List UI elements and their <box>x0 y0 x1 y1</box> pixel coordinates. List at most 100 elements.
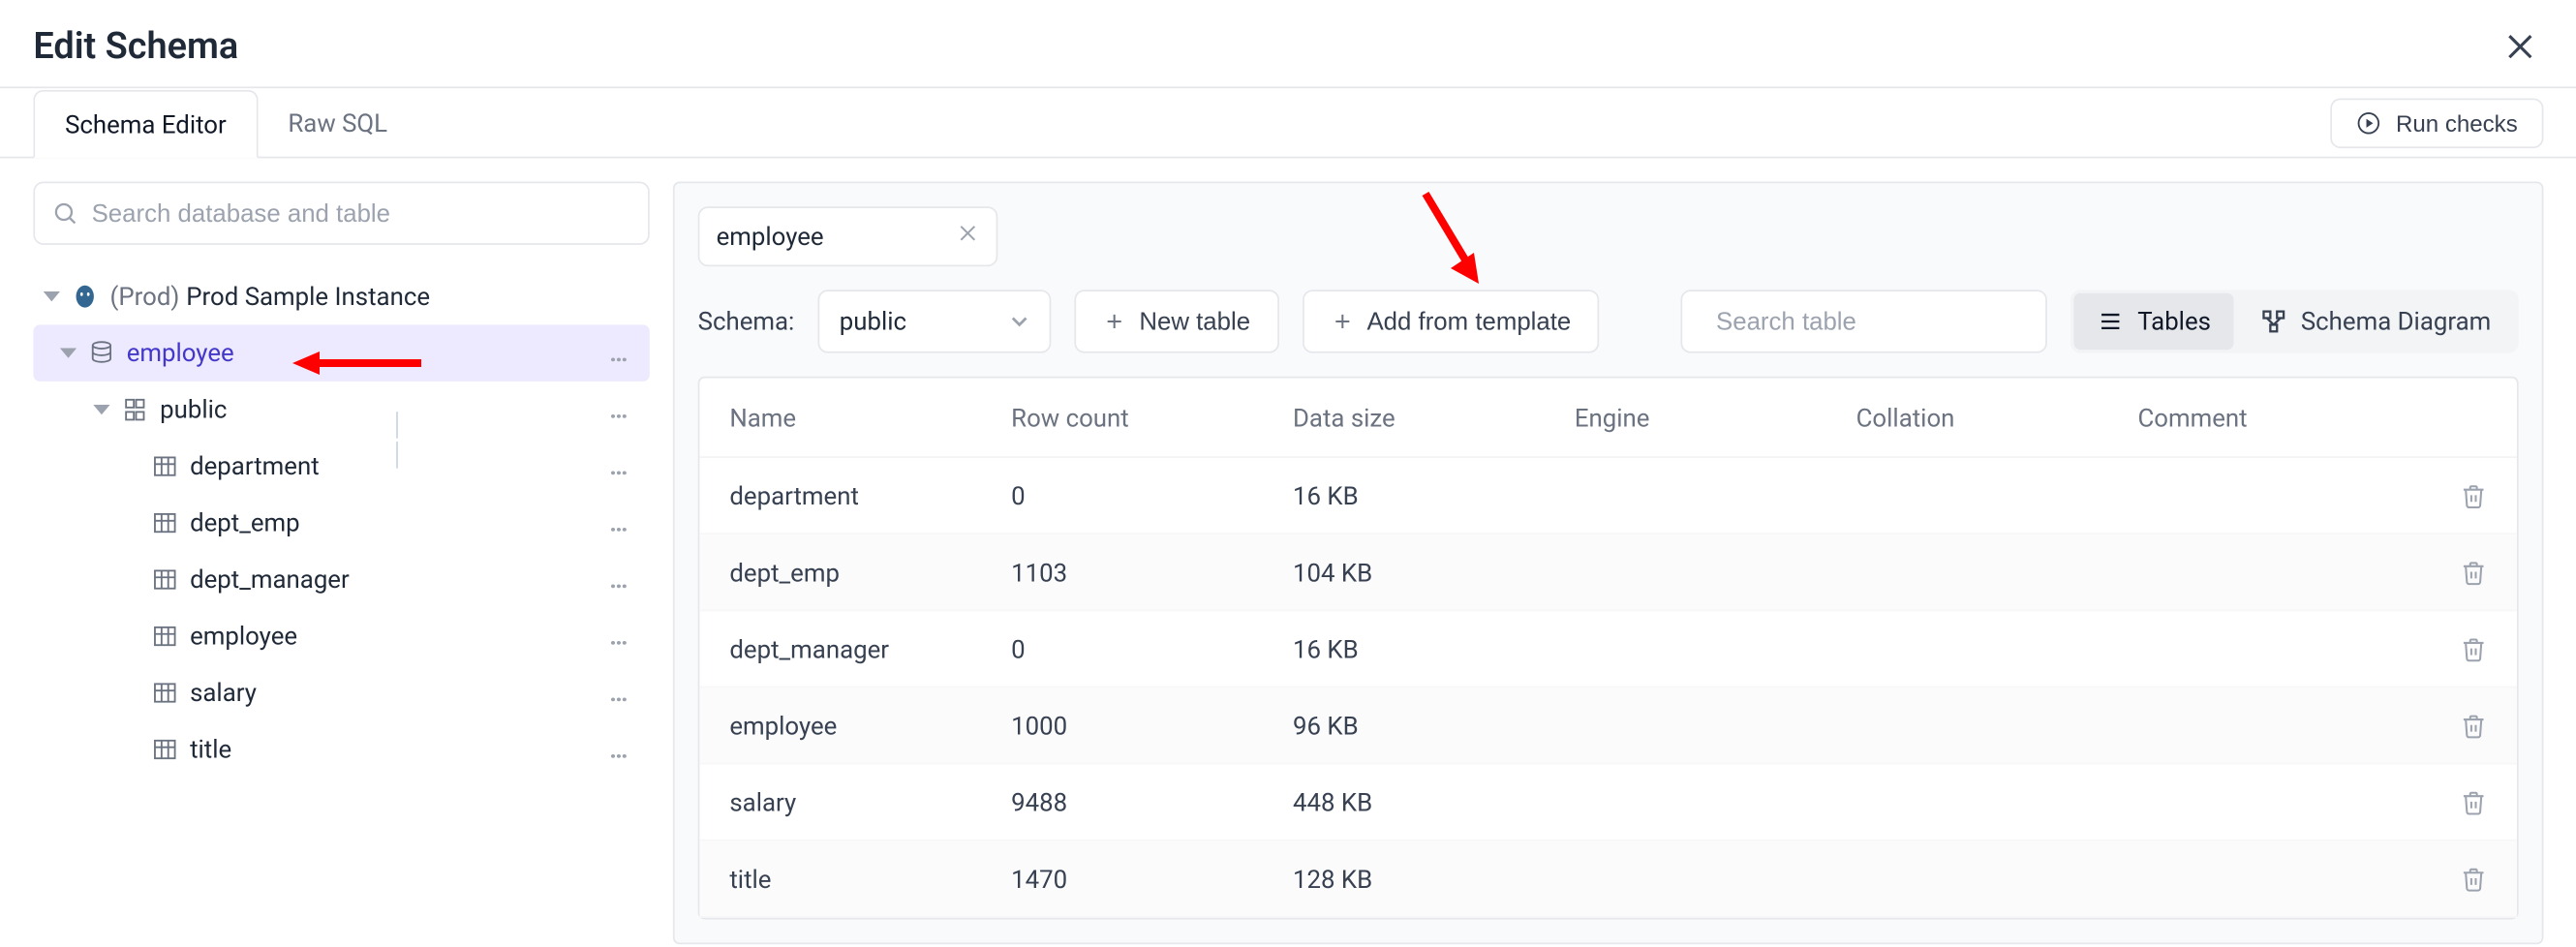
col-collation: Collation <box>1856 402 2138 432</box>
sidebar: (Prod) Prod Sample Instance employee … <box>33 181 649 944</box>
trash-icon <box>2460 635 2487 662</box>
tree-table-row[interactable]: dept_emp … <box>33 495 649 551</box>
caret-down-icon[interactable] <box>56 342 79 365</box>
diagram-icon <box>2261 308 2288 335</box>
table-icon <box>150 453 180 480</box>
cell-data-size: 128 KB <box>1293 864 1575 894</box>
tree-more-button[interactable]: … <box>602 508 636 538</box>
table-row[interactable]: title 1470 128 KB <box>699 841 2516 918</box>
page-title: Edit Schema <box>33 26 238 68</box>
delete-row-button[interactable] <box>2419 788 2486 815</box>
tree: (Prod) Prod Sample Instance employee … <box>33 268 649 778</box>
plus-icon <box>1331 310 1354 333</box>
run-checks-button[interactable]: Run checks <box>2331 98 2543 148</box>
tree-table-row[interactable]: salary … <box>33 664 649 720</box>
tree-more-button[interactable]: … <box>602 395 636 425</box>
close-icon <box>956 222 979 245</box>
table-search-input[interactable] <box>1716 307 2047 335</box>
tree-schema-row[interactable]: public … <box>33 382 649 438</box>
view-tables-tab[interactable]: Tables <box>2074 293 2234 350</box>
caret-down-icon[interactable] <box>90 398 113 421</box>
delete-row-button[interactable] <box>2419 635 2486 662</box>
table-row[interactable]: dept_emp 1103 104 KB <box>699 535 2516 611</box>
delete-row-button[interactable] <box>2419 482 2486 509</box>
cell-row-count: 9488 <box>1011 787 1293 817</box>
table-search[interactable] <box>1681 290 2047 352</box>
sidebar-search-input[interactable] <box>92 199 631 228</box>
cell-data-size: 16 KB <box>1293 480 1575 510</box>
col-comment: Comment <box>2137 402 2419 432</box>
table-icon <box>150 566 180 594</box>
view-diagram-tab[interactable]: Schema Diagram <box>2237 293 2514 350</box>
table-header: Name Row count Data size Engine Collatio… <box>699 378 2516 458</box>
postgres-icon <box>70 283 100 310</box>
tree-table-row[interactable]: department … <box>33 438 649 494</box>
tree-table-name: title <box>190 735 602 765</box>
cell-row-count: 1470 <box>1011 864 1293 894</box>
tab-raw-sql[interactable]: Raw SQL <box>258 88 417 157</box>
plus-icon <box>1103 310 1126 333</box>
panel: employee Schema: public New table <box>673 181 2543 944</box>
table-row[interactable]: department 0 16 KB <box>699 458 2516 535</box>
cell-name: salary <box>729 787 1011 817</box>
cell-data-size: 16 KB <box>1293 633 1575 663</box>
view-tables-label: Tables <box>2137 306 2211 336</box>
col-row-count: Row count <box>1011 402 1293 432</box>
new-table-label: New table <box>1139 307 1250 335</box>
schema-selected-value: public <box>840 306 906 336</box>
delete-row-button[interactable] <box>2419 712 2486 739</box>
clear-filter-button[interactable] <box>956 222 979 252</box>
tree-more-button[interactable]: … <box>602 735 636 765</box>
add-from-template-button[interactable]: Add from template <box>1302 290 1599 352</box>
db-filter-chip[interactable]: employee <box>698 206 998 266</box>
col-data-size: Data size <box>1293 402 1575 432</box>
schema-name: public <box>160 395 602 425</box>
play-circle-icon <box>2356 109 2383 137</box>
table-row[interactable]: salary 9488 448 KB <box>699 764 2516 840</box>
tree-instance-row[interactable]: (Prod) Prod Sample Instance <box>33 268 649 324</box>
tree-table-row[interactable]: dept_manager … <box>33 551 649 607</box>
trash-icon <box>2460 712 2487 739</box>
list-icon <box>2098 308 2125 335</box>
schema-label: Schema: <box>698 306 795 336</box>
schema-icon <box>120 396 150 423</box>
tree-more-button[interactable]: … <box>602 451 636 481</box>
cell-row-count: 0 <box>1011 480 1293 510</box>
run-checks-label: Run checks <box>2396 109 2518 137</box>
new-table-button[interactable]: New table <box>1074 290 1278 352</box>
tree-more-button[interactable]: … <box>602 678 636 708</box>
resize-handle[interactable] <box>391 407 401 474</box>
tree-table-row[interactable]: title … <box>33 721 649 778</box>
tree-table-name: dept_emp <box>190 508 602 538</box>
schema-select[interactable]: public <box>817 290 1051 352</box>
close-button[interactable] <box>2496 23 2542 70</box>
instance-env-label: (Prod) <box>110 282 180 312</box>
cell-row-count: 1103 <box>1011 557 1293 587</box>
add-from-template-label: Add from template <box>1366 307 1571 335</box>
table-icon <box>150 736 180 763</box>
tree-more-button[interactable]: … <box>602 565 636 595</box>
cell-data-size: 448 KB <box>1293 787 1575 817</box>
tree-more-button[interactable]: … <box>602 622 636 652</box>
caret-down-icon[interactable] <box>40 285 63 308</box>
table-row[interactable]: dept_manager 0 16 KB <box>699 611 2516 687</box>
col-name: Name <box>729 402 1011 432</box>
view-diagram-label: Schema Diagram <box>2301 306 2491 336</box>
cell-name: title <box>729 864 1011 894</box>
delete-row-button[interactable] <box>2419 866 2486 893</box>
close-icon <box>2501 28 2538 65</box>
database-name: employee <box>127 338 603 368</box>
search-icon <box>51 199 78 227</box>
cell-name: department <box>729 480 1011 510</box>
tree-table-row[interactable]: employee … <box>33 608 649 664</box>
tree-database-row[interactable]: employee … <box>33 324 649 381</box>
tree-more-button[interactable]: … <box>602 338 636 368</box>
tree-table-name: salary <box>190 678 602 708</box>
delete-row-button[interactable] <box>2419 559 2486 586</box>
table-row[interactable]: employee 1000 96 KB <box>699 687 2516 764</box>
sidebar-search[interactable] <box>33 181 649 244</box>
trash-icon <box>2460 788 2487 815</box>
db-filter-value: employee <box>717 222 943 252</box>
cell-row-count: 1000 <box>1011 711 1293 741</box>
tab-schema-editor[interactable]: Schema Editor <box>33 90 258 159</box>
